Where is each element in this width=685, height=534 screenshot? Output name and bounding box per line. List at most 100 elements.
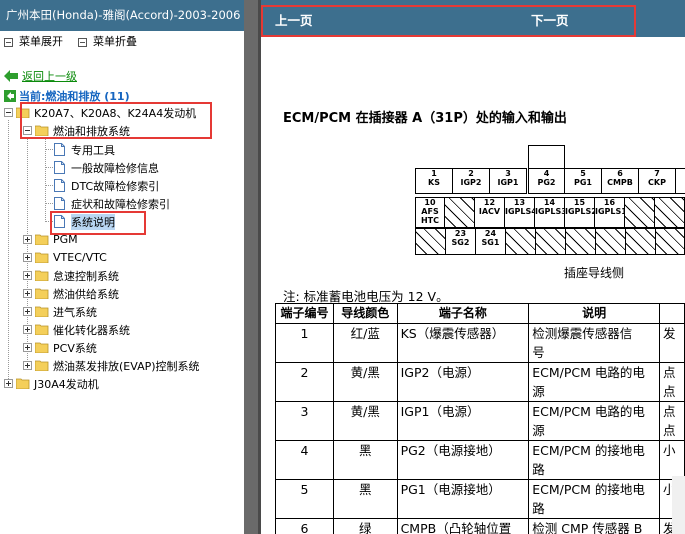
document-icon: [54, 197, 65, 210]
folder-icon: [35, 306, 49, 317]
back-link[interactable]: 返回上一级: [4, 68, 77, 84]
expand-icon[interactable]: [23, 253, 32, 262]
expand-icon[interactable]: [23, 235, 32, 244]
tree-doc-special-tools[interactable]: 专用工具: [54, 141, 115, 158]
connector-pin: 14 IGPLS3: [534, 197, 567, 228]
connector-pin-empty: [535, 228, 566, 255]
tree-label: 一般故障检修信息: [71, 161, 159, 175]
tree-label: 进气系统: [53, 305, 97, 319]
connector-pin: 15 IGPLS2: [564, 197, 597, 228]
document-title: ECM/PCM 在插接器 A（31P）处的输入和输出: [283, 111, 567, 126]
expand-icon[interactable]: [23, 271, 32, 280]
navigation-pane: 广州本田(Honda)-雅阁(Accord)-2003-2006 菜单展开 菜单…: [0, 0, 244, 534]
content-pane: 上一页 下一页 ECM/PCM 在插接器 A（31P）处的输入和输出 1 KS 2…: [261, 0, 685, 534]
connector-pin: 13 IGPLS4: [504, 197, 537, 228]
tree-node-catalytic[interactable]: 催化转化器系统: [23, 321, 130, 338]
connector-pin-partial: [675, 168, 685, 194]
expand-icon[interactable]: [23, 289, 32, 298]
back-arrow-icon: [4, 70, 18, 82]
highlight-box: [20, 102, 212, 139]
tree-node-vtec[interactable]: VTEC/VTC: [23, 249, 107, 266]
table-row: 2 黄/黑 IGP2（电源） ECM/PCM 电路的电源 点点: [275, 362, 685, 402]
connector-pin-empty: [655, 228, 685, 255]
collapse-icon[interactable]: [4, 108, 13, 117]
tree-label: J30A4发动机: [34, 377, 99, 391]
connector-pin: 6 CMPB: [601, 168, 639, 194]
connector-caption: 插座导线侧: [564, 266, 625, 280]
connector-pin: 24 SG1: [475, 228, 506, 255]
connector-pin-empty: [654, 197, 685, 228]
connector-pin: 5 PG1: [564, 168, 602, 194]
document-icon: [54, 161, 65, 174]
table-header-row: 端子编号 导线颜色 端子名称 说明: [275, 303, 685, 324]
connector-pin: 12 IACV: [474, 197, 505, 228]
folder-icon: [35, 288, 49, 299]
connector-pin: 2 IGP2: [452, 168, 490, 194]
connector-pin: 23 SG2: [445, 228, 476, 255]
connector-pin-empty: [444, 197, 475, 228]
connector-pin-empty: [624, 197, 655, 228]
menu-expand-label: 菜单展开: [19, 35, 63, 48]
highlight-box: [261, 5, 636, 37]
connector-pin: 4 PG2: [528, 168, 565, 194]
expand-icon[interactable]: [23, 361, 32, 370]
folder-icon: [35, 324, 49, 335]
pane-splitter[interactable]: [244, 0, 258, 534]
connector-pin-empty: [415, 228, 446, 255]
tree-doc-general-troubleshooting[interactable]: 一般故障检修信息: [54, 159, 159, 176]
tree-label: 燃油供给系统: [53, 287, 119, 301]
col-header: 端子名称: [396, 303, 530, 324]
menu-expand-button[interactable]: 菜单展开: [4, 34, 63, 50]
folder-icon: [16, 378, 30, 389]
col-header: [659, 303, 685, 324]
expand-icon[interactable]: [23, 343, 32, 352]
tree-label: DTC故障检修索引: [71, 179, 160, 193]
folder-icon: [35, 252, 49, 263]
table-row: 4 黑 PG2（电源接地） ECM/PCM 的接地电路 小: [275, 440, 685, 480]
table-row: 3 黄/黑 IGP1（电源） ECM/PCM 电路的电源 点点: [275, 401, 685, 441]
connector-pin-empty: [625, 228, 656, 255]
connector-pin: 10 AFS HTC: [415, 197, 445, 228]
menu-icon: [78, 37, 87, 47]
connector-pin: 1 KS: [415, 168, 453, 194]
folder-icon: [35, 234, 49, 245]
tree-label: 专用工具: [71, 143, 115, 157]
menu-collapse-label: 菜单折叠: [93, 35, 137, 48]
tree-node-intake[interactable]: 进气系统: [23, 303, 97, 320]
tree-node-idle-control[interactable]: 怠速控制系统: [23, 267, 119, 284]
connector-pin-empty: [595, 228, 626, 255]
tree-node-engine-j30a4[interactable]: J30A4发动机: [4, 375, 99, 392]
col-header: 导线颜色: [332, 303, 398, 324]
current-arrow-icon: [4, 90, 16, 102]
tree-node-pcv[interactable]: PCV系统: [23, 339, 97, 356]
tree-doc-dtc-index[interactable]: DTC故障检修索引: [54, 177, 159, 194]
tree-doc-symptom-index[interactable]: 症状和故障检修索引: [54, 195, 170, 212]
connector-key: [528, 145, 565, 169]
tree-label: VTEC/VTC: [53, 251, 107, 264]
document-icon: [54, 143, 65, 156]
highlight-box: [50, 211, 146, 235]
col-header: 说明: [528, 303, 661, 324]
connector-pin-empty: [565, 228, 596, 255]
tree-node-fuel-supply[interactable]: 燃油供给系统: [23, 285, 119, 302]
folder-icon: [35, 360, 49, 371]
tree-label: 燃油蒸发排放(EVAP)控制系统: [53, 359, 200, 373]
folder-icon: [35, 270, 49, 281]
app-title: 广州本田(Honda)-雅阁(Accord)-2003-2006: [0, 0, 244, 31]
vertical-scrollbar[interactable]: [672, 476, 685, 534]
table-row: 6 绿 CMPB（凸轮轴位置 检测 CMP 传感器 B 发: [275, 518, 685, 534]
tree-label: 怠速控制系统: [53, 269, 119, 283]
tree-label: 催化转化器系统: [53, 323, 130, 337]
expand-icon[interactable]: [4, 379, 13, 388]
pin-table: 端子编号 导线颜色 端子名称 说明 1 红/蓝 KS（爆震传感器） 检测爆震传感…: [275, 303, 685, 534]
back-link-label[interactable]: 返回上一级: [22, 68, 77, 84]
tree-node-evap[interactable]: 燃油蒸发排放(EVAP)控制系统: [23, 357, 200, 374]
expand-icon[interactable]: [23, 307, 32, 316]
tree-label: PCV系统: [53, 341, 97, 355]
menu-collapse-button[interactable]: 菜单折叠: [78, 34, 137, 50]
connector-pin: 7 CKP: [638, 168, 676, 194]
col-header: 端子编号: [275, 303, 334, 324]
table-row: 5 黑 PG1（电源接地） ECM/PCM 的接地电路 小: [275, 479, 685, 519]
document-icon: [54, 179, 65, 192]
expand-icon[interactable]: [23, 325, 32, 334]
